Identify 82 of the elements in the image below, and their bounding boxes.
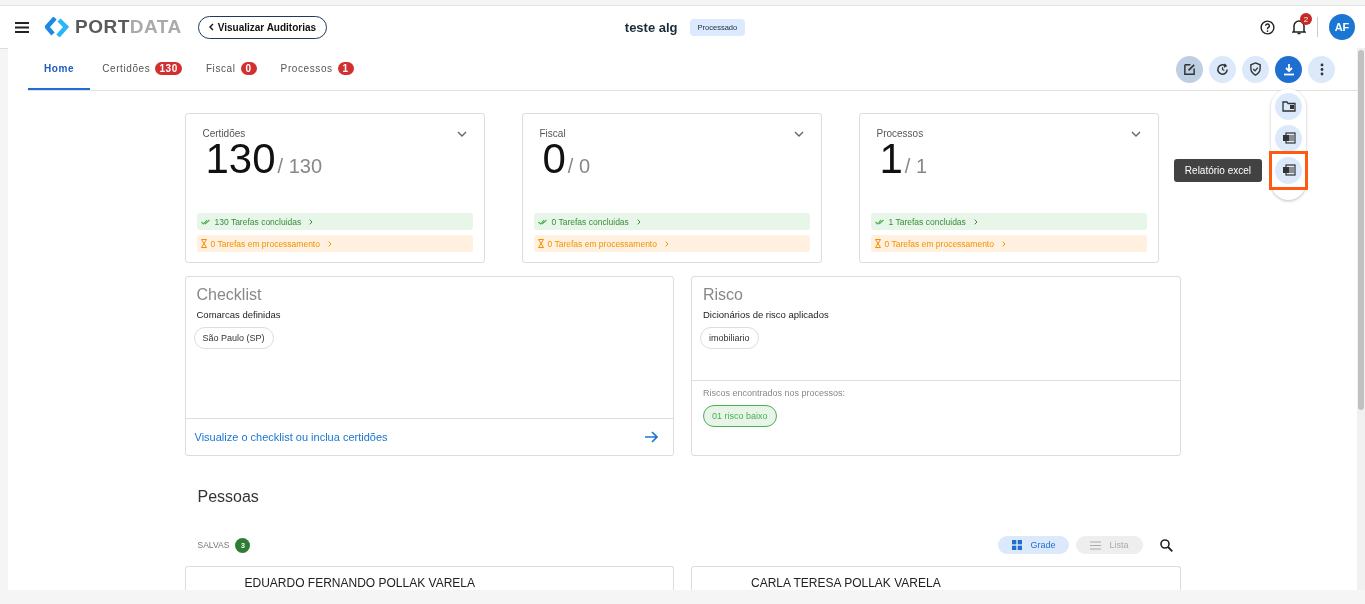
stat-total: / 1 bbox=[904, 155, 928, 178]
stat-total: / 0 bbox=[567, 155, 591, 178]
list-icon bbox=[1090, 540, 1102, 550]
risks-found-label: Riscos encontrados nos processos: bbox=[703, 388, 846, 398]
card-subtitle: Dicionários de risco aplicados bbox=[703, 309, 829, 320]
edit-button[interactable] bbox=[1176, 55, 1203, 83]
chevron-right-icon bbox=[973, 218, 978, 225]
hourglass-icon bbox=[200, 239, 207, 248]
document-export-button[interactable] bbox=[1275, 124, 1302, 152]
tab[interactable]: Home bbox=[28, 48, 91, 90]
tab[interactable]: Fiscal 0 bbox=[193, 48, 269, 90]
download-icon bbox=[1282, 62, 1295, 76]
double-check-icon bbox=[200, 218, 211, 225]
chevron-right-icon bbox=[1001, 240, 1006, 247]
edit-icon bbox=[1183, 62, 1196, 76]
person-card[interactable]: CARLA TERESA POLLAK VARELA bbox=[691, 566, 1181, 590]
person-name: CARLA TERESA POLLAK VARELA bbox=[751, 576, 941, 590]
chevron-down-icon[interactable] bbox=[793, 130, 804, 137]
refresh-button[interactable] bbox=[1209, 55, 1236, 83]
chevron-right-icon bbox=[664, 240, 669, 247]
view-toggle[interactable]: Grade bbox=[998, 536, 1070, 554]
chevron-right-icon bbox=[636, 218, 641, 225]
done-tasks-text: 130 Tarefas concluidas bbox=[214, 216, 302, 227]
hourglass-icon bbox=[537, 239, 544, 248]
arrow-right-icon[interactable] bbox=[645, 431, 658, 443]
done-tasks-link[interactable]: 0 Tarefas concluidas bbox=[533, 213, 810, 230]
logo-text: PORTDATA bbox=[75, 16, 182, 38]
card-title: Risco bbox=[703, 286, 743, 304]
search-icon[interactable] bbox=[1159, 538, 1173, 552]
person-name: EDUARDO FERNANDO POLLAK VARELA bbox=[244, 576, 475, 590]
count-badge: 130 bbox=[155, 61, 182, 75]
done-tasks-link[interactable]: 130 Tarefas concluidas bbox=[196, 213, 473, 230]
saved-label: SALVAS bbox=[197, 540, 230, 550]
processing-tasks-text: 0 Tarefas em processamento bbox=[884, 238, 994, 249]
checklist-link[interactable]: Visualize o checklist ou inclua certidões bbox=[194, 431, 388, 443]
user-avatar[interactable]: AF bbox=[1329, 14, 1355, 40]
document-icon bbox=[1281, 164, 1296, 176]
more-button[interactable] bbox=[1308, 55, 1335, 83]
folder-export-button[interactable] bbox=[1275, 92, 1302, 120]
shield-button[interactable] bbox=[1242, 55, 1269, 83]
count-badge: 0 bbox=[240, 61, 257, 75]
back-button[interactable]: Visualizar Auditorias bbox=[197, 15, 328, 39]
stat-label: Fiscal bbox=[539, 128, 566, 139]
chevron-down-icon[interactable] bbox=[1130, 130, 1141, 137]
grid-icon bbox=[1012, 540, 1023, 550]
stat-label: Certidões bbox=[202, 128, 246, 139]
done-tasks-link[interactable]: 1 Tarefas concluidas bbox=[870, 213, 1147, 230]
person-card[interactable]: EDUARDO FERNANDO POLLAK VARELA bbox=[184, 566, 674, 590]
document-icon bbox=[1281, 132, 1296, 144]
refresh-icon bbox=[1216, 62, 1229, 76]
chevron-left-icon bbox=[208, 23, 214, 31]
download-button[interactable] bbox=[1275, 55, 1302, 83]
count-badge: 1 bbox=[337, 61, 354, 75]
hourglass-icon bbox=[874, 239, 881, 248]
done-tasks-text: 1 Tarefas concluidas bbox=[888, 216, 966, 227]
more-icon bbox=[1319, 62, 1324, 76]
double-check-icon bbox=[874, 218, 885, 225]
tab[interactable]: Certidões 130 bbox=[90, 48, 194, 90]
section-title: Pessoas bbox=[197, 488, 260, 506]
processing-tasks-text: 0 Tarefas em processamento bbox=[210, 238, 320, 249]
stat-label: Processos bbox=[876, 128, 924, 139]
double-check-icon bbox=[537, 218, 548, 225]
done-tasks-text: 0 Tarefas concluidas bbox=[551, 216, 629, 227]
bell-icon[interactable] bbox=[1292, 19, 1306, 35]
notification-count: 2 bbox=[1300, 13, 1312, 25]
shield-icon bbox=[1249, 62, 1262, 76]
help-icon[interactable] bbox=[1260, 19, 1275, 35]
menu-icon[interactable] bbox=[15, 21, 29, 33]
excel-export-button[interactable] bbox=[1269, 150, 1308, 190]
logo-icon bbox=[45, 17, 69, 37]
risk-tag: 01 risco baixo bbox=[703, 405, 777, 427]
stat-total: / 130 bbox=[277, 155, 323, 178]
card-subtitle: Comarcas definidas bbox=[196, 309, 281, 320]
tab[interactable]: Processos 1 bbox=[268, 48, 366, 90]
chevron-right-icon bbox=[327, 240, 332, 247]
processing-tasks-text: 0 Tarefas em processamento bbox=[547, 238, 657, 249]
folder-icon bbox=[1281, 100, 1296, 112]
card-title: Checklist bbox=[196, 286, 262, 304]
tooltip: Relatório excel bbox=[1173, 158, 1262, 182]
page-title: teste alg bbox=[624, 19, 678, 35]
chevron-right-icon bbox=[309, 218, 314, 225]
chevron-down-icon[interactable] bbox=[456, 130, 467, 137]
